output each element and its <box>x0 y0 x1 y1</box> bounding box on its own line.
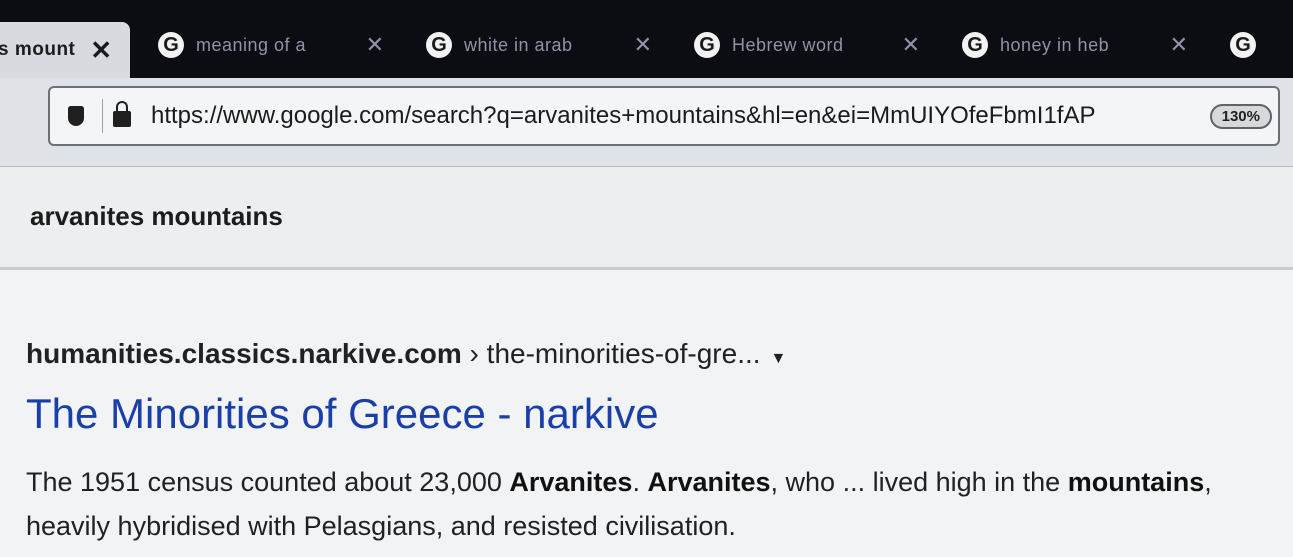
tab-hebrew-word[interactable]: G Hebrew word ✕ <box>676 16 938 74</box>
tab-meaning[interactable]: G meaning of a ✕ <box>140 16 402 74</box>
close-tab-icon[interactable]: ✕ <box>634 32 652 58</box>
snippet-highlight: mountains <box>1067 467 1205 497</box>
close-tab-icon[interactable]: ✕ <box>1170 32 1188 58</box>
url-text[interactable]: https://www.google.com/search?q=arvanite… <box>151 102 1198 130</box>
tab-title: s mount <box>0 39 76 60</box>
search-header: arvanites mountains <box>0 167 1293 270</box>
zoom-level-badge[interactable]: 130% <box>1209 103 1272 129</box>
result-snippet: The 1951 census counted about 23,000 Arv… <box>26 460 1286 548</box>
search-query-input[interactable]: arvanites mountains <box>30 201 283 232</box>
google-favicon-icon: G <box>158 32 184 58</box>
caret-down-icon[interactable]: ▼ <box>771 350 787 367</box>
google-favicon-icon: G <box>694 32 720 58</box>
separator <box>102 99 103 133</box>
tracking-protection-shield-icon[interactable] <box>68 106 84 126</box>
tab-white-in-arab[interactable]: G white in arab ✕ <box>408 16 670 74</box>
navigation-bar: https://www.google.com/search?q=arvanite… <box>0 78 1293 167</box>
tab-title: white in arab <box>464 34 573 55</box>
close-tab-icon[interactable]: ✕ <box>90 35 112 66</box>
tab-strip: s mount ✕ G meaning of a ✕ G white in ar… <box>0 0 1293 78</box>
tab-title: meaning of a <box>196 34 307 55</box>
google-favicon-icon: G <box>962 32 988 58</box>
snippet-text: , who ... lived high in the <box>770 467 1068 497</box>
snippet-highlight: Arvanites <box>647 467 771 497</box>
search-results: humanities.classics.narkive.com › the-mi… <box>0 270 1293 557</box>
result-breadcrumb[interactable]: humanities.classics.narkive.com › the-mi… <box>26 338 786 370</box>
snippet-text: The 1951 census counted about 23,000 <box>26 467 510 497</box>
google-favicon-icon: G <box>426 32 452 58</box>
tab-title: honey in heb <box>1000 34 1110 55</box>
lock-icon[interactable] <box>113 101 131 127</box>
result-domain: humanities.classics.narkive.com <box>26 338 462 369</box>
google-favicon-icon: G <box>1230 32 1256 58</box>
tab-title: Hebrew word <box>732 34 844 55</box>
address-bar[interactable]: https://www.google.com/search?q=arvanite… <box>48 86 1280 146</box>
tab-honey-in-heb[interactable]: G honey in heb ✕ <box>944 16 1206 74</box>
snippet-text: . <box>632 467 648 497</box>
result-title-link[interactable]: The Minorities of Greece - narkive <box>26 390 659 438</box>
result-path: › the-minorities-of-gre... <box>461 338 761 369</box>
close-tab-icon[interactable]: ✕ <box>366 32 384 58</box>
tab-partial[interactable]: G <box>1212 16 1293 74</box>
tab-active[interactable]: s mount ✕ <box>0 22 130 78</box>
close-tab-icon[interactable]: ✕ <box>902 32 920 58</box>
snippet-highlight: Arvanites <box>509 467 633 497</box>
